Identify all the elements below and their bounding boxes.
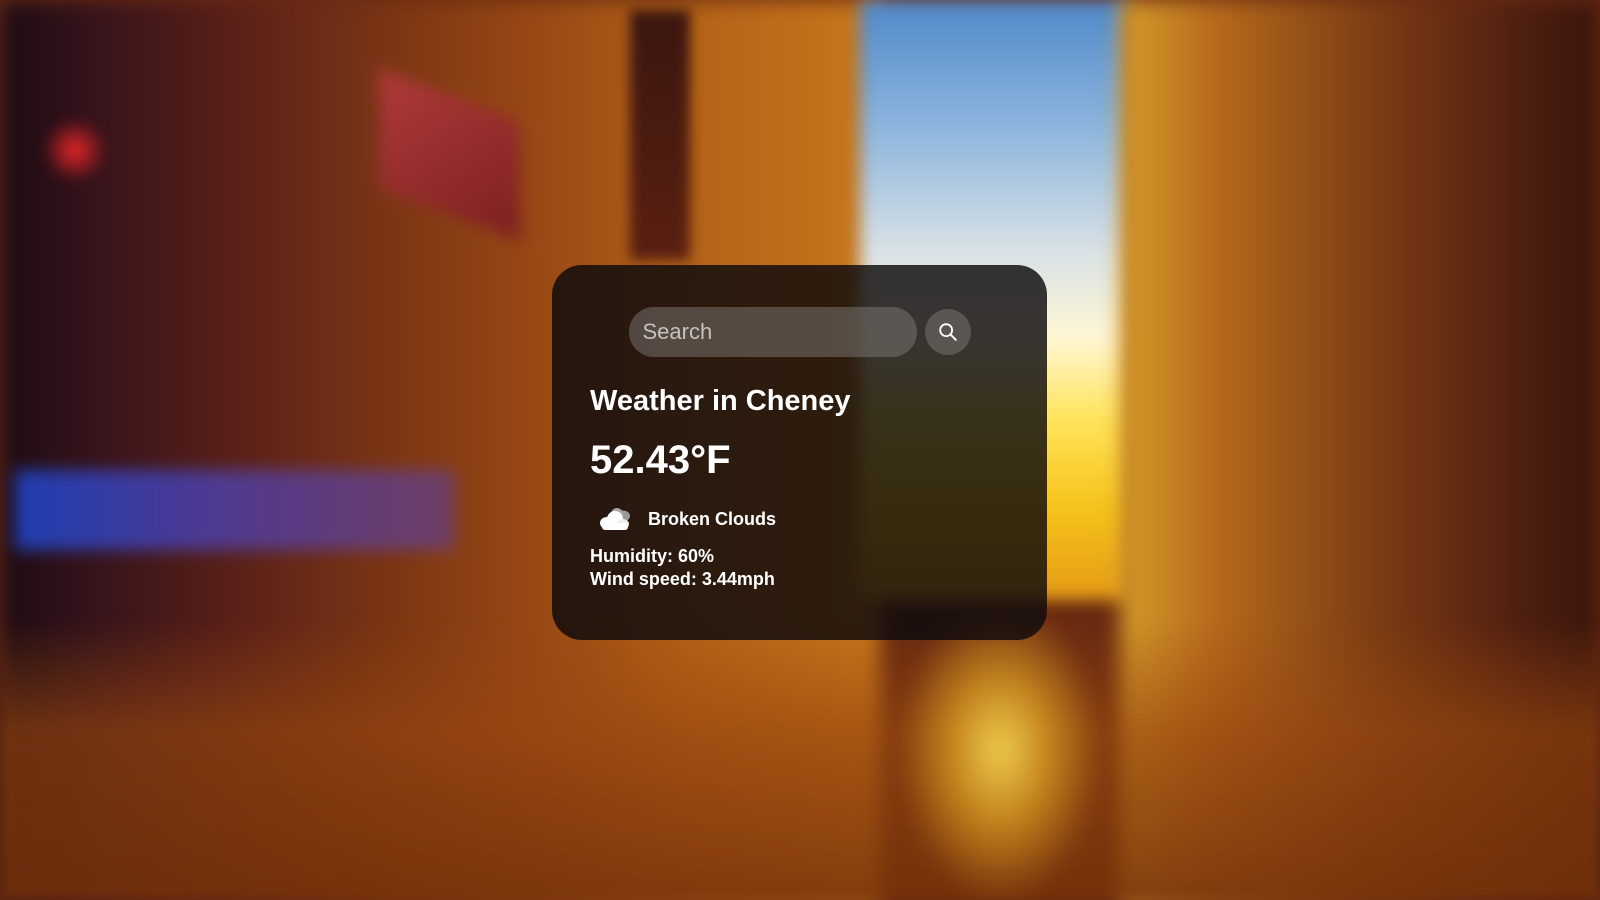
background-street <box>0 620 1600 900</box>
background-vertical-sign <box>630 10 690 260</box>
background-red-light <box>40 120 110 180</box>
background-storefront-sign <box>15 470 455 550</box>
wind-speed-label: Wind speed: 3.44mph <box>590 569 775 589</box>
weather-card: Weather in Cheney 52.43°F Broken Clouds … <box>552 265 1047 640</box>
background-sunbeam <box>900 600 1100 900</box>
temperature: 52.43°F <box>590 438 731 482</box>
humidity-label: Humidity: 60% <box>590 546 715 566</box>
search-input[interactable] <box>628 307 917 357</box>
cloud-icon <box>600 508 630 530</box>
search-icon <box>938 323 957 341</box>
search-button[interactable] <box>924 309 971 355</box>
city-title: Weather in Cheney <box>590 385 851 417</box>
condition-label: Broken Clouds <box>648 508 777 529</box>
weather-condition: Broken Clouds <box>590 505 1009 533</box>
search-bar <box>590 307 1009 357</box>
